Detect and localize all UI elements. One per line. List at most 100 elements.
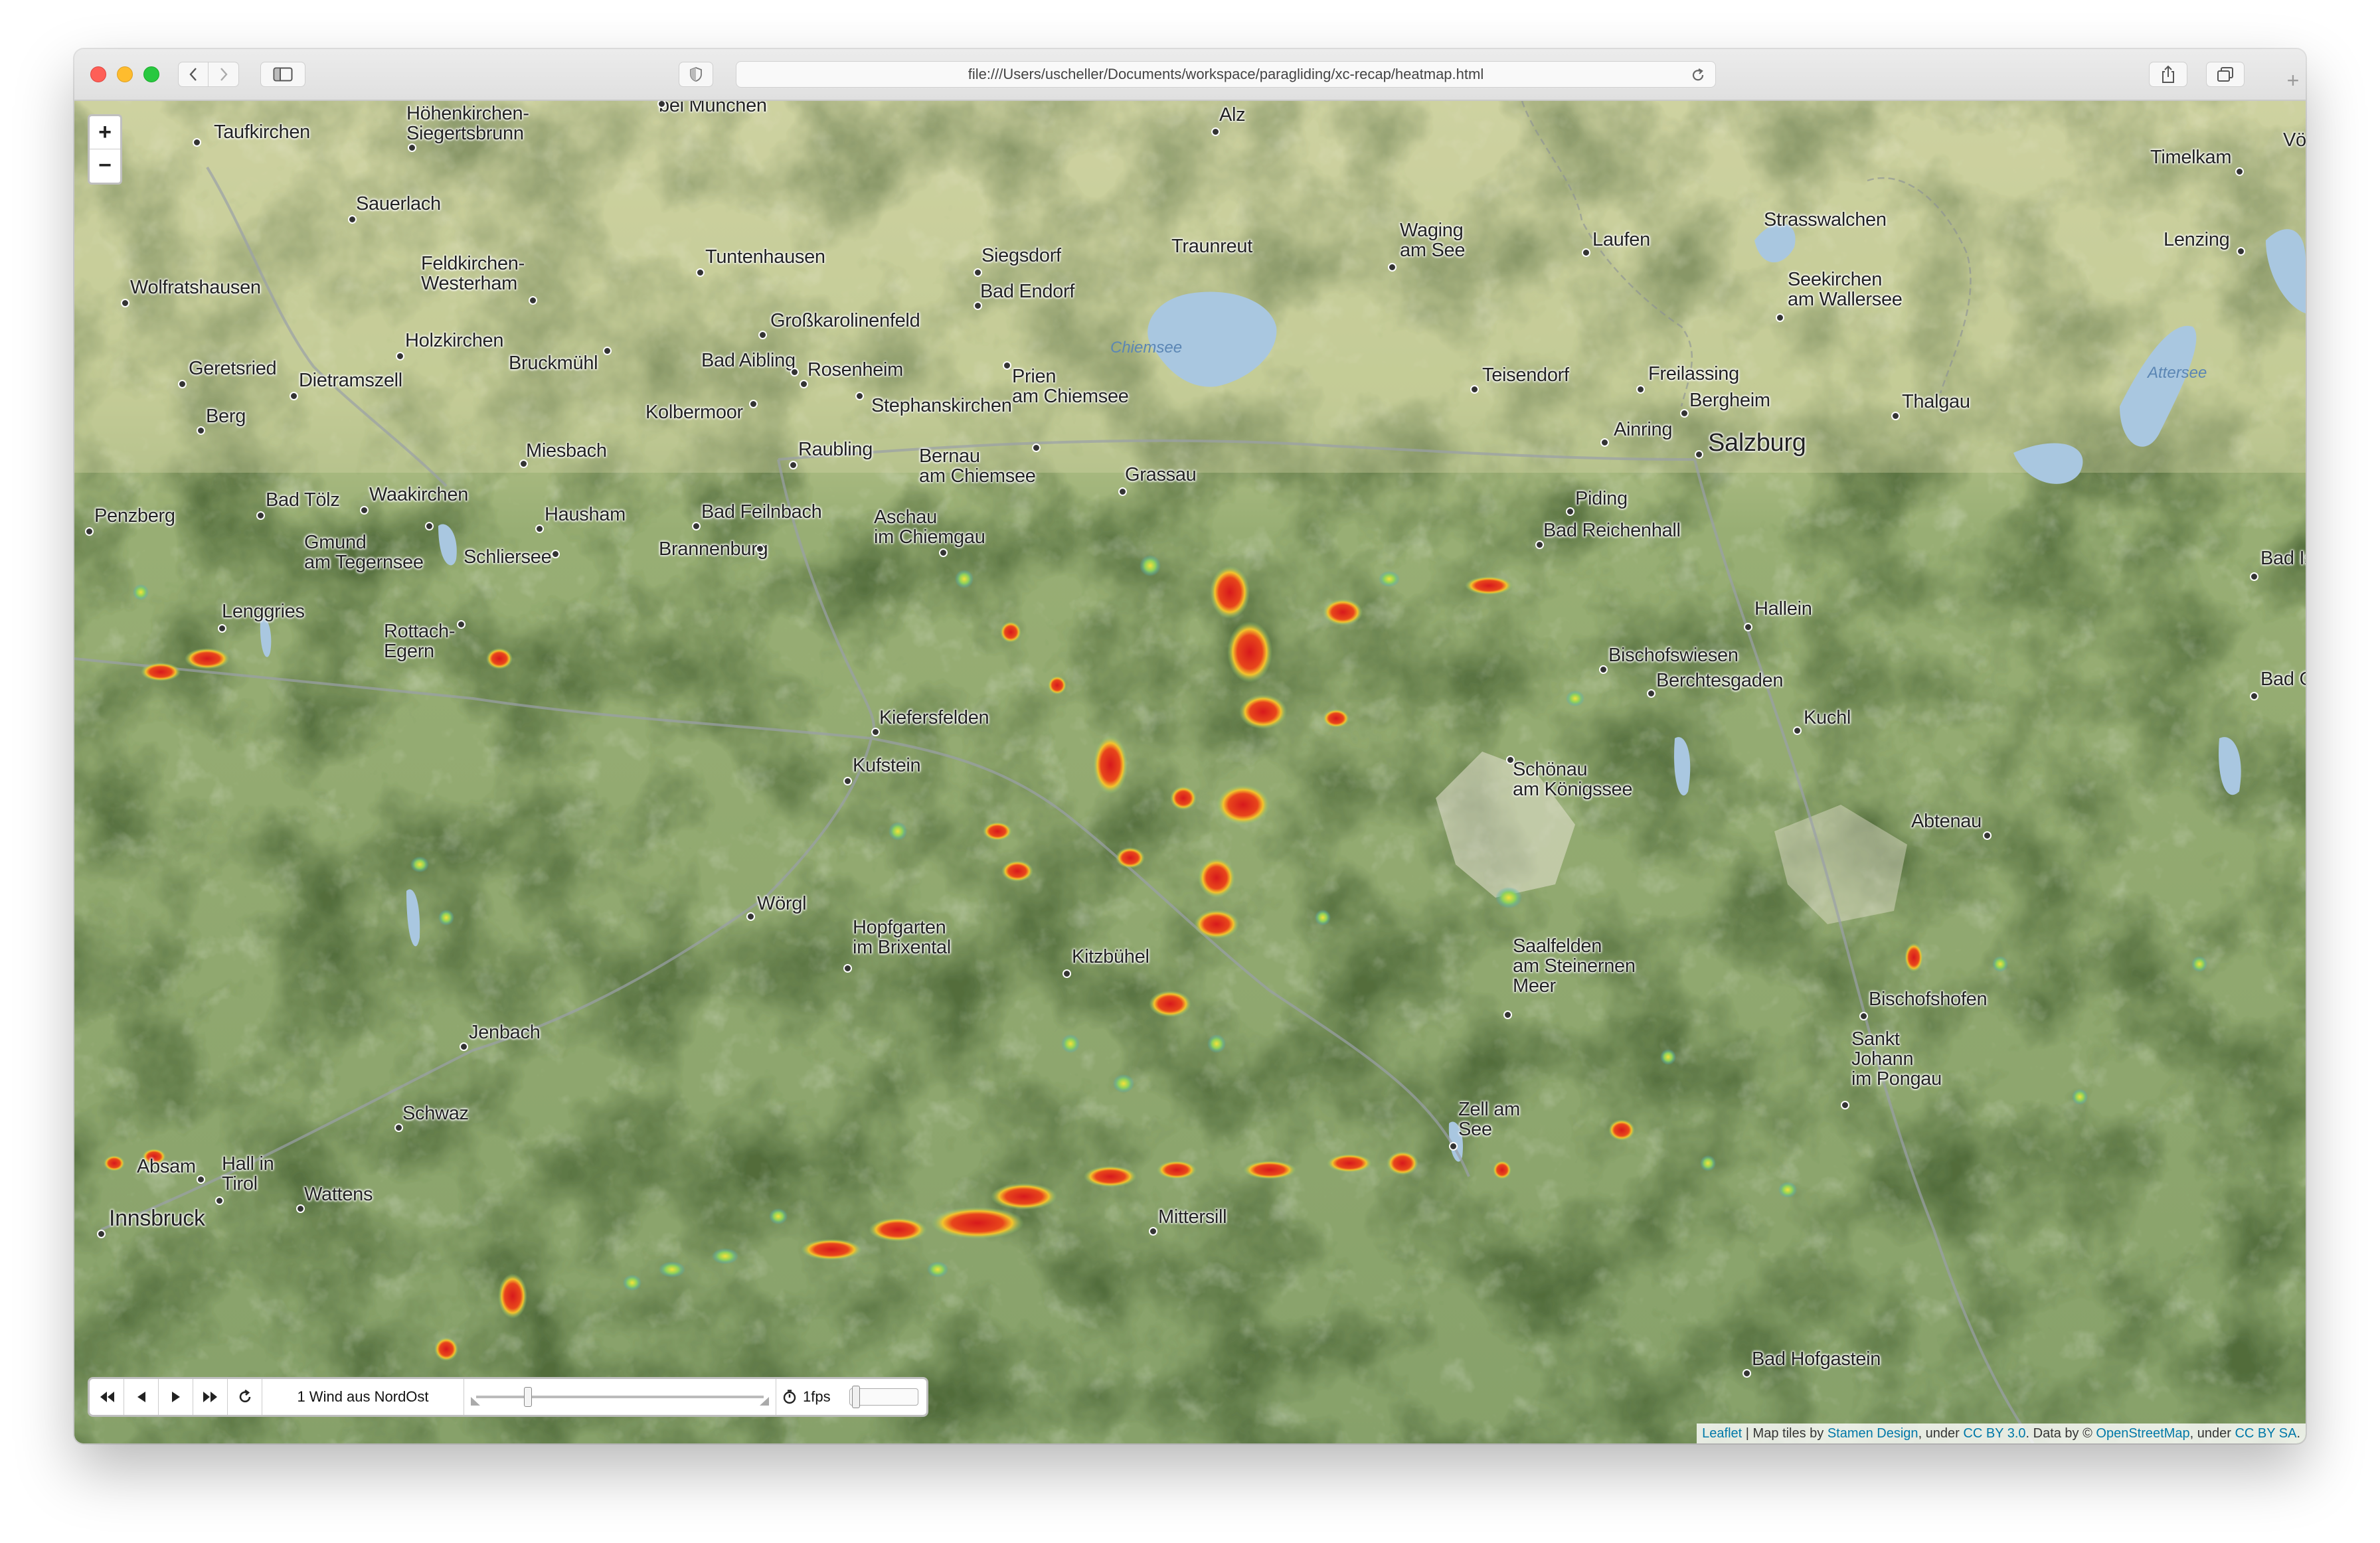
city-label: Brannenburg — [659, 538, 768, 560]
time-slider[interactable] — [464, 1379, 776, 1415]
speed-slider[interactable] — [847, 1379, 926, 1415]
map-tiles — [74, 101, 2306, 1443]
city-marker — [1506, 756, 1515, 764]
city-label: Bergheim — [1689, 390, 1770, 411]
lake-label: Chiemsee — [1110, 339, 1183, 357]
city-label: Gmund am Tegernsee — [304, 532, 424, 574]
fullscreen-window-button[interactable] — [143, 66, 159, 82]
privacy-report-button[interactable] — [679, 62, 713, 87]
city-label: Penzberg — [94, 505, 175, 527]
city-label: Timelkam — [2150, 147, 2232, 168]
city-label: bei München — [659, 101, 767, 116]
slider-track — [476, 1396, 764, 1398]
zoom-in-button[interactable]: + — [90, 116, 120, 149]
city-label: Mittersill — [1158, 1206, 1227, 1228]
city-marker — [2250, 572, 2258, 581]
city-marker — [843, 964, 852, 973]
city-label: Hallein — [1754, 598, 1812, 619]
city-label: Absam — [137, 1156, 196, 1177]
osm-link[interactable]: OpenStreetMap — [2096, 1426, 2189, 1441]
city-marker — [394, 1123, 403, 1132]
fast-forward-button[interactable] — [193, 1379, 228, 1415]
city-marker — [1003, 361, 1011, 370]
rewind-button[interactable] — [90, 1379, 124, 1415]
city-label: Bischofshofen — [1869, 989, 1988, 1010]
city-label: Siegsdorf — [981, 245, 1061, 266]
share-button[interactable] — [2149, 62, 2187, 87]
city-marker — [1062, 969, 1071, 978]
leaflet-map[interactable]: Höhenkirchen- Siegertsbrunn bei München Alz… — [74, 101, 2306, 1443]
city-marker — [215, 1196, 224, 1205]
city-marker — [1841, 1101, 1849, 1109]
slider-handle[interactable] — [524, 1387, 533, 1407]
cc-by-sa-link[interactable]: CC BY SA — [2235, 1426, 2296, 1441]
city-marker — [290, 392, 298, 400]
forward-button[interactable] — [209, 62, 239, 87]
city-label: Wörgl — [757, 893, 807, 914]
attribution-text-3: . Data by © — [2025, 1425, 2096, 1441]
sidebar-toggle-button[interactable] — [260, 62, 305, 87]
city-label: Bad G — [2260, 669, 2306, 690]
close-window-button[interactable] — [90, 66, 106, 82]
loop-icon — [239, 1389, 250, 1403]
chevron-left-icon — [189, 68, 197, 81]
city-marker — [396, 352, 404, 361]
city-label: Waakirchen — [369, 484, 469, 505]
city-marker — [193, 138, 201, 147]
city-label: Hall in Tirol — [222, 1153, 274, 1195]
minimize-window-button[interactable] — [117, 66, 133, 82]
loop-button[interactable] — [228, 1379, 262, 1415]
stopwatch-icon — [783, 1390, 796, 1404]
city-marker — [696, 268, 705, 277]
city-marker — [2250, 692, 2258, 700]
city-marker — [1793, 726, 1802, 735]
city-marker — [1859, 1012, 1868, 1020]
city-label: Bad Tölz — [266, 489, 340, 511]
step-back-button[interactable] — [124, 1379, 159, 1415]
lake-label: Attersee — [2148, 364, 2207, 382]
city-marker — [408, 143, 416, 152]
city-marker — [603, 347, 612, 355]
address-bar[interactable]: file:///Users/uscheller/Documents/worksp… — [736, 61, 1716, 88]
stamen-link[interactable]: Stamen Design — [1828, 1426, 1918, 1441]
city-label: Salzburg — [1708, 429, 1806, 457]
city-marker — [1211, 127, 1220, 136]
city-marker — [1118, 487, 1127, 496]
new-tab-button[interactable]: + — [2280, 70, 2306, 101]
city-marker — [348, 215, 357, 224]
zoom-out-button[interactable]: − — [90, 149, 120, 183]
share-icon — [2162, 65, 2174, 83]
city-label: Vö — [2283, 129, 2306, 151]
city-marker — [457, 620, 466, 629]
city-marker — [1695, 450, 1703, 459]
speed-slider-handle[interactable] — [852, 1386, 860, 1408]
city-label: Jenbach — [469, 1022, 541, 1043]
city-marker — [939, 548, 948, 557]
tabs-icon — [2217, 67, 2233, 82]
play-button[interactable] — [159, 1379, 193, 1415]
city-marker — [1680, 409, 1689, 418]
reload-icon[interactable] — [1690, 67, 1706, 83]
city-label: Feldkirchen- Westerham — [421, 253, 525, 295]
city-marker — [2237, 247, 2245, 256]
cc-by-link[interactable]: CC BY 3.0 — [1963, 1426, 2025, 1441]
leaflet-link[interactable]: Leaflet — [1702, 1426, 1742, 1441]
city-marker — [974, 268, 982, 277]
title-bar: file:///Users/uscheller/Documents/worksp… — [74, 49, 2306, 101]
city-marker — [1149, 1227, 1157, 1236]
tab-overview-button[interactable] — [2206, 62, 2245, 87]
city-label: Schliersee — [464, 546, 552, 568]
city-label: Taufkirchen — [214, 122, 310, 143]
back-button[interactable] — [178, 62, 209, 87]
city-label: Bad Reichenhall — [1543, 520, 1681, 541]
city-marker — [256, 511, 265, 520]
slider-end-marker — [760, 1388, 769, 1406]
city-label: Großkarolinenfeld — [770, 310, 920, 331]
speed-label: 1fps — [803, 1388, 831, 1405]
city-label: Berchtesgaden — [1656, 670, 1784, 691]
city-marker — [974, 301, 982, 310]
attribution-text-5: . — [2296, 1425, 2300, 1441]
city-marker — [1503, 1011, 1512, 1019]
city-marker — [1647, 689, 1656, 698]
city-label: Kuchl — [1804, 707, 1851, 728]
